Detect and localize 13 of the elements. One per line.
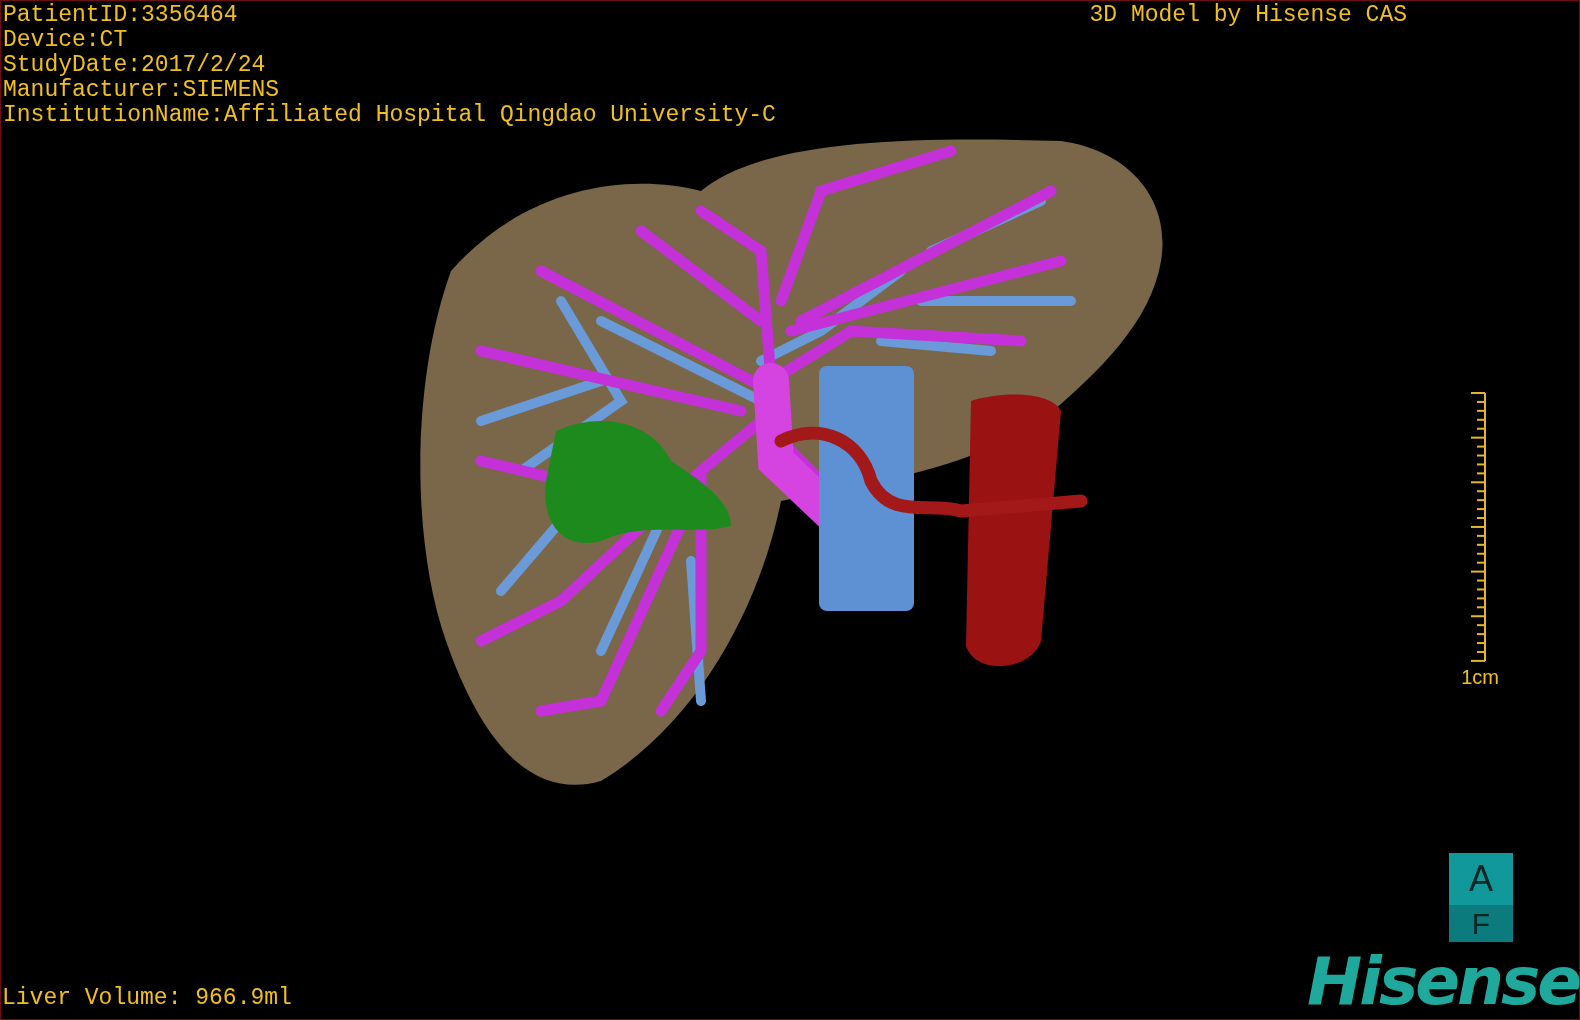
scale-ruler-icon [1469,392,1489,662]
info-text: StudyDate:2017/2/24 [3,53,267,78]
liver-volume-text: Liver Volume: 966.9ml [2,986,292,1011]
viewer-title: 3D Model by Hisense CAS [1089,3,1407,30]
info-text: InstitutionName:Affiliated Hospital Qingdao University-C [3,103,776,128]
orientation-label: F [1449,905,1513,942]
info-text: Device:CT [3,28,129,53]
info-text: PatientID:3356464 [3,3,239,28]
orientation-cube[interactable]: A F [1449,853,1513,942]
brand-logo: Hisense [1307,949,1579,1015]
orientation-label: A [1449,853,1513,905]
scale-label: 1cm [1461,666,1499,688]
info-text: Manufacturer:SIEMENS [3,78,281,103]
